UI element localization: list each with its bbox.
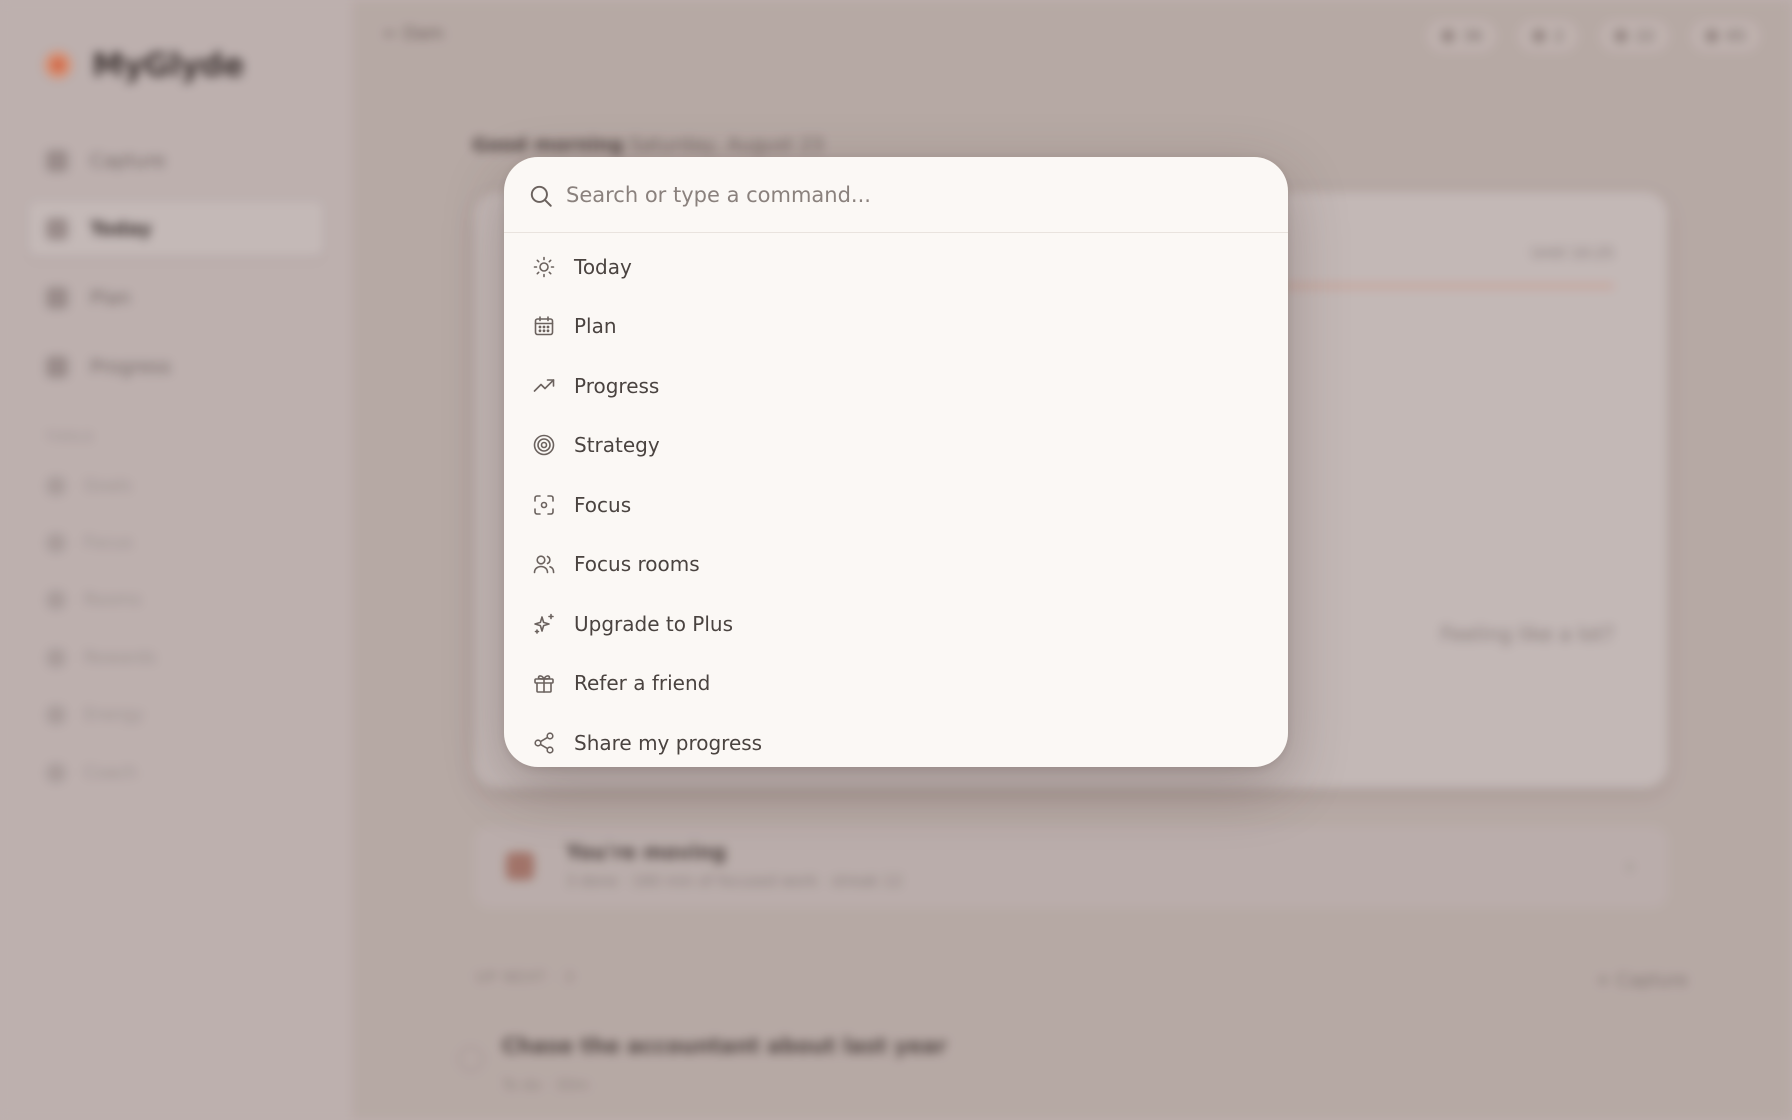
- command-label: Upgrade to Plus: [574, 612, 734, 636]
- command-item-focus[interactable]: Focus: [504, 476, 1288, 534]
- command-label: Focus rooms: [574, 552, 700, 576]
- command-item-upgrade[interactable]: Upgrade to Plus: [504, 595, 1288, 653]
- search-row: [504, 157, 1288, 233]
- command-palette: Today Plan Progress: [504, 157, 1288, 767]
- calendar-icon: [532, 314, 556, 338]
- command-item-focus-rooms[interactable]: Focus rooms: [504, 535, 1288, 593]
- command-item-refer[interactable]: Refer a friend: [504, 654, 1288, 712]
- command-item-today[interactable]: Today: [504, 238, 1288, 296]
- focus-scan-icon: [532, 493, 556, 517]
- sun-icon: [532, 255, 556, 279]
- command-item-progress[interactable]: Progress: [504, 357, 1288, 415]
- command-label: Progress: [574, 374, 660, 398]
- command-item-strategy[interactable]: Strategy: [504, 416, 1288, 474]
- command-list: Today Plan Progress Strategy Focus Focus…: [504, 233, 1288, 767]
- target-icon: [532, 433, 556, 457]
- command-item-share[interactable]: Share my progress: [504, 714, 1288, 767]
- command-label: Plan: [574, 314, 617, 338]
- command-label: Focus: [574, 493, 632, 517]
- command-search-input[interactable]: [566, 177, 1256, 213]
- share-icon: [532, 731, 556, 755]
- command-item-plan[interactable]: Plan: [504, 297, 1288, 355]
- sparkles-icon: [532, 612, 556, 636]
- command-label: Today: [574, 255, 632, 279]
- trending-up-icon: [532, 374, 556, 398]
- users-icon: [532, 552, 556, 576]
- search-icon: [528, 183, 554, 209]
- command-label: Refer a friend: [574, 671, 711, 695]
- command-label: Share my progress: [574, 731, 763, 755]
- command-label: Strategy: [574, 433, 660, 457]
- gift-icon: [532, 671, 556, 695]
